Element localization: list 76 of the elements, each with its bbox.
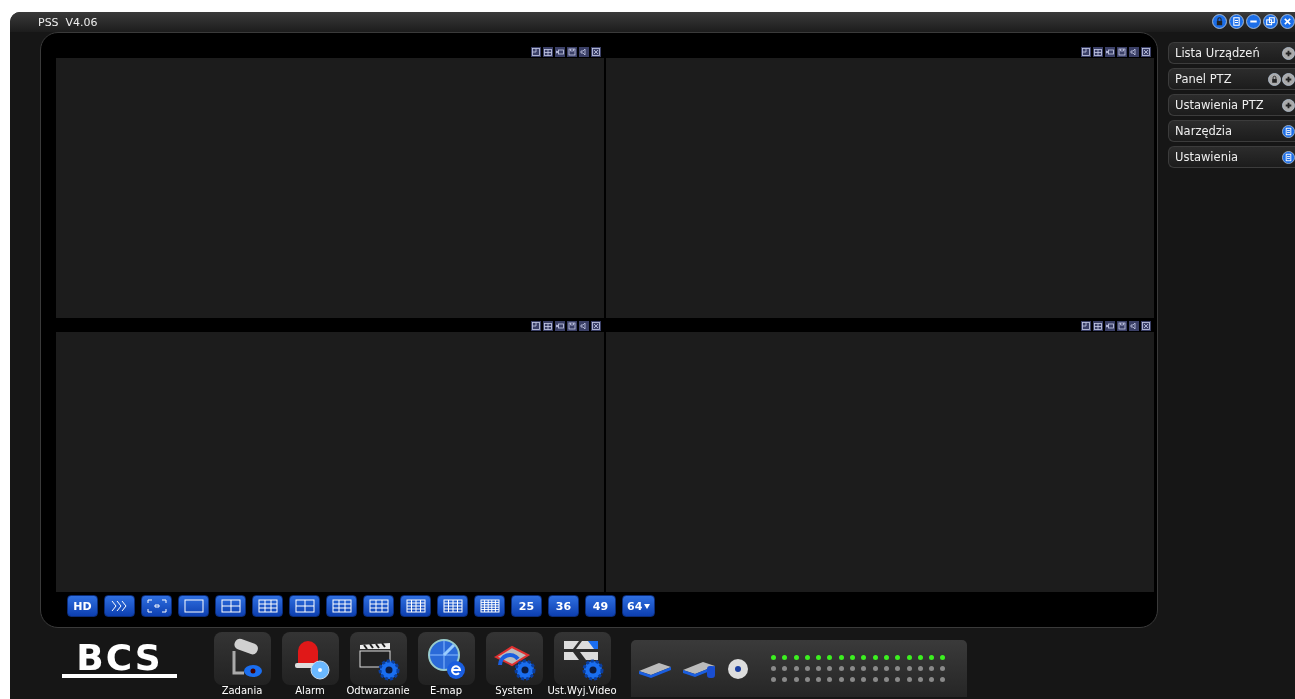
window-icon[interactable]: [1081, 321, 1091, 331]
disc-icon: [727, 657, 749, 680]
layout-button[interactable]: [252, 595, 283, 617]
restore-icon[interactable]: [1263, 14, 1278, 29]
layout-button[interactable]: [437, 595, 468, 617]
camera-icon[interactable]: [1105, 47, 1115, 57]
layout-button[interactable]: [289, 595, 320, 617]
window-icon[interactable]: [531, 47, 541, 57]
record-icon[interactable]: [1117, 47, 1127, 57]
nine-layout-icon: [368, 599, 389, 613]
window-icon[interactable]: [531, 321, 541, 331]
dock-label: Zadania: [221, 685, 263, 697]
panel-tab[interactable]: Narzędzia: [1168, 120, 1295, 142]
record-icon[interactable]: [567, 321, 577, 331]
list-icon[interactable]: [1229, 14, 1244, 29]
dock-label: E-map: [429, 685, 463, 697]
plus-icon[interactable]: [1282, 98, 1295, 112]
layout-button[interactable]: [141, 595, 172, 617]
dock-label: Alarm: [295, 685, 325, 697]
layout-button[interactable]: 64: [622, 595, 656, 617]
camera-icon[interactable]: [555, 47, 565, 57]
panel-tab[interactable]: Panel PTZ: [1168, 68, 1295, 90]
lock-icon[interactable]: [1268, 72, 1281, 86]
dock-button[interactable]: [213, 632, 271, 685]
fullscreen-icon: [146, 599, 167, 613]
layout-button[interactable]: HD: [67, 595, 98, 617]
close-icon[interactable]: [1280, 14, 1295, 29]
grid-icon[interactable]: [1093, 321, 1103, 331]
window-icon[interactable]: [1081, 47, 1091, 57]
layout-button[interactable]: [178, 595, 209, 617]
dock-label: System: [495, 685, 533, 697]
dock-button[interactable]: [281, 632, 339, 685]
panel-label: Ustawienia: [1175, 150, 1239, 164]
speaker-icon[interactable]: [579, 47, 589, 57]
camera-icon[interactable]: [1105, 321, 1115, 331]
window-title: PSS V4.06: [38, 15, 98, 29]
layout-button[interactable]: [363, 595, 394, 617]
layout-button[interactable]: 25: [511, 595, 542, 617]
grid-icon[interactable]: [543, 321, 553, 331]
layout-button[interactable]: [474, 595, 505, 617]
grid-icon[interactable]: [1093, 47, 1103, 57]
dock-button[interactable]: [485, 632, 543, 685]
dock-label: Odtwarzanie: [346, 685, 410, 697]
record-icon[interactable]: [1117, 321, 1127, 331]
dock-label: Ust.Wyj.Video: [547, 685, 617, 697]
minimize-icon[interactable]: [1246, 14, 1261, 29]
panel-label: Lista Urządzeń: [1175, 46, 1260, 60]
record-icon[interactable]: [567, 47, 577, 57]
dock-button[interactable]: [417, 632, 475, 685]
panel-label: Panel PTZ: [1175, 72, 1232, 86]
plus-icon[interactable]: [1282, 46, 1295, 60]
panel-tab[interactable]: Ustawienia: [1168, 146, 1295, 168]
grid-icon[interactable]: [543, 47, 553, 57]
list-icon[interactable]: [1282, 124, 1295, 138]
dock-button[interactable]: [553, 632, 611, 685]
logo: BCS: [62, 642, 177, 678]
layout-button[interactable]: [326, 595, 357, 617]
layout-button[interactable]: [400, 595, 431, 617]
panel-label: Ustawienia PTZ: [1175, 98, 1264, 112]
dock-button[interactable]: [349, 632, 407, 685]
panel-label: Narzędzia: [1175, 124, 1233, 138]
speaker-icon[interactable]: [579, 321, 589, 331]
list-icon[interactable]: [1282, 150, 1295, 164]
quad-layout-icon: [220, 599, 241, 613]
layout-button[interactable]: 49: [585, 595, 616, 617]
plus-icon[interactable]: [1282, 72, 1295, 86]
panel-tab[interactable]: Ustawienia PTZ: [1168, 94, 1295, 116]
speaker-icon[interactable]: [1129, 321, 1139, 331]
speaker-icon[interactable]: [1129, 47, 1139, 57]
layout-button[interactable]: [215, 595, 246, 617]
camera-icon[interactable]: [555, 321, 565, 331]
layout-button[interactable]: 36: [548, 595, 579, 617]
layout-button[interactable]: [104, 595, 135, 617]
single-layout-icon: [183, 599, 204, 613]
lock-icon[interactable]: [1212, 14, 1227, 29]
panel-tab[interactable]: Lista Urządzeń: [1168, 42, 1295, 64]
